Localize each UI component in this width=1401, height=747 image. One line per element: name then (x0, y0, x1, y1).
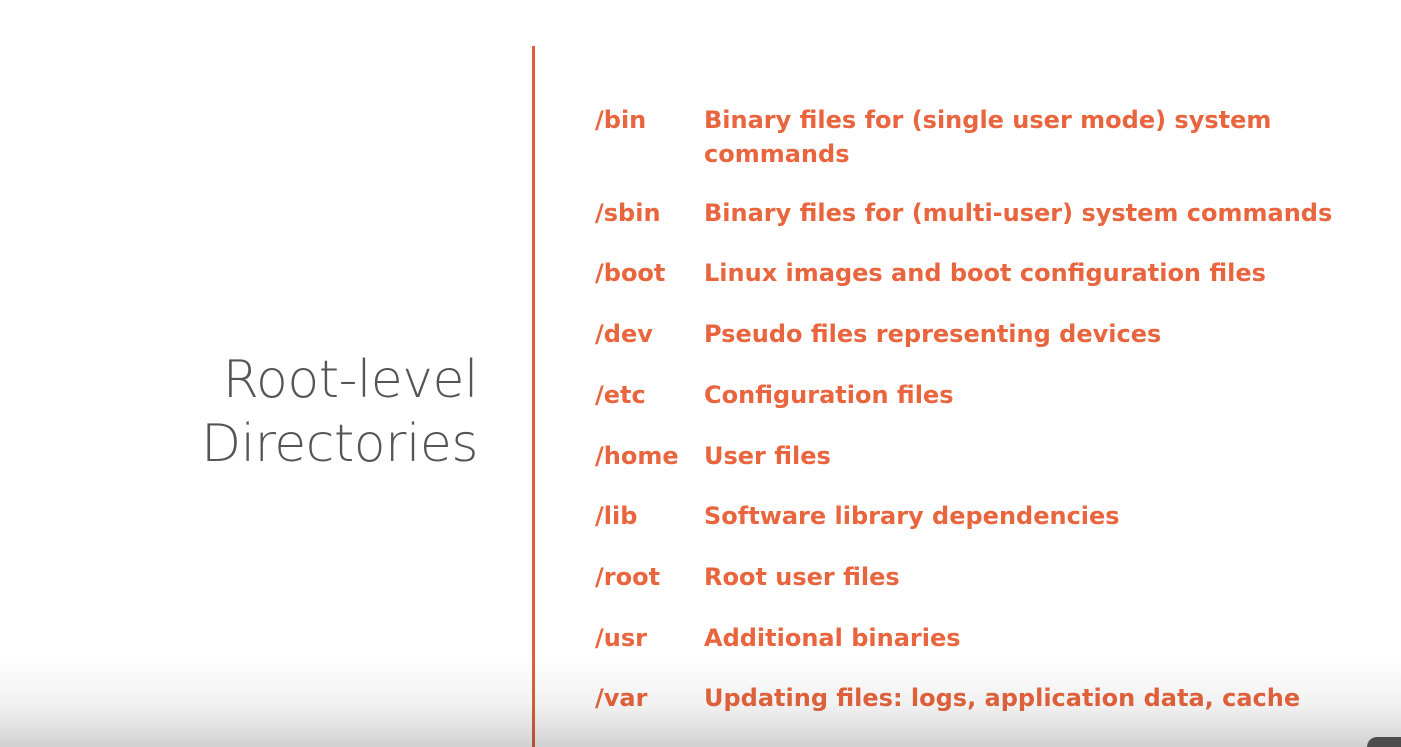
directory-description: Root user files (704, 563, 900, 591)
slide-title: Root-level Directories (201, 348, 478, 476)
directory-name: /bin (595, 106, 647, 134)
slide-title-line-1: Root-level (222, 350, 479, 410)
directory-description: Linux images and boot configuration file… (704, 259, 1266, 287)
vertical-divider (532, 46, 535, 747)
directory-name: /usr (595, 624, 647, 652)
directory-description: Binary files for (single user mode) syst… (704, 106, 1272, 168)
directory-description: Pseudo files representing devices (704, 320, 1162, 348)
directory-description: User files (704, 442, 831, 470)
directory-description: Additional binaries (704, 624, 961, 652)
directory-name: /var (595, 684, 648, 712)
directory-name: /sbin (595, 199, 661, 227)
directory-name: /etc (595, 381, 646, 409)
directory-name: /boot (595, 259, 666, 287)
directory-name: /root (595, 563, 661, 591)
slide-title-line-2: Directories (201, 414, 478, 474)
directory-name: /home (595, 442, 679, 470)
slide: Root-level Directories /bin Binary files… (0, 0, 1401, 747)
directory-name: /dev (595, 320, 653, 348)
directory-name: /lib (595, 502, 638, 530)
directory-description: Software library dependencies (704, 502, 1120, 530)
directory-description: Binary files for (multi-user) system com… (704, 199, 1333, 227)
player-corner-icon (1367, 737, 1401, 747)
directory-description: Configuration files (704, 381, 954, 409)
directory-description: Updating files: logs, application data, … (704, 684, 1301, 712)
